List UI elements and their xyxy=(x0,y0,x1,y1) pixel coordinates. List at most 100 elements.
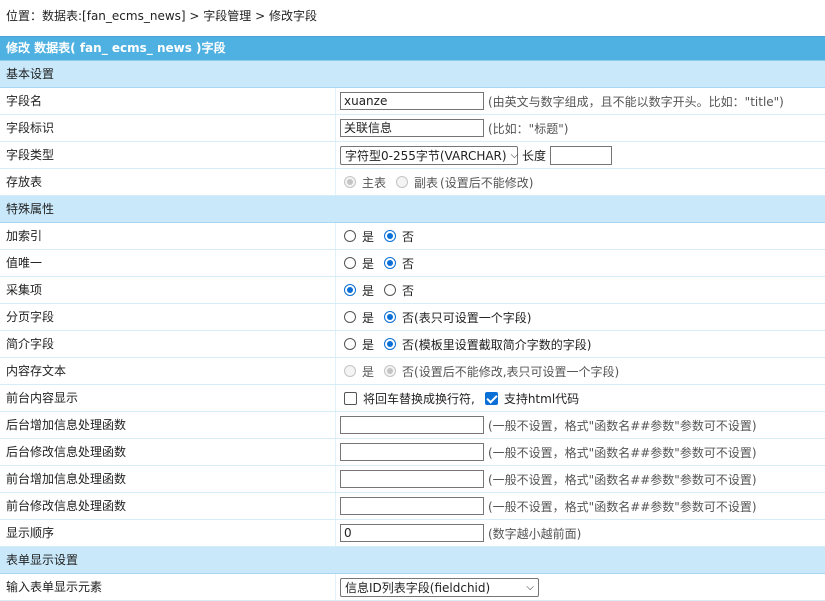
breadcrumb-table-link[interactable]: [fan_ecms_news] xyxy=(82,9,186,23)
intro-field-yes-label: 是 xyxy=(362,337,375,352)
front-edit-func-input[interactable] xyxy=(340,497,484,515)
input-element-selected: 信息ID列表字段(fieldchid) xyxy=(345,580,491,595)
row-add-index: 加索引 是 否 xyxy=(0,223,825,250)
breadcrumb: 位置：数据表:[fan_ecms_news] > 字段管理 > 修改字段 xyxy=(6,6,317,26)
collect-yes-label: 是 xyxy=(362,283,375,298)
field-title-input[interactable]: 关联信息 xyxy=(340,119,484,137)
add-index-yes-label: 是 xyxy=(362,229,375,244)
add-index-label: 加索引 xyxy=(6,229,43,243)
row-field-name: 字段名 xuanze (由英文与数字组成，且不能以数字开头。比如："title"… xyxy=(0,88,825,115)
section-special-attributes: 特殊属性 xyxy=(0,196,825,223)
breadcrumb-field-management-link[interactable]: 字段管理 xyxy=(203,9,251,23)
unique-no-radio[interactable] xyxy=(384,257,397,269)
front-display-label: 前台内容显示 xyxy=(6,391,79,405)
form-title: 修改 数据表( fan_ ecms_ news )字段 xyxy=(0,37,825,61)
content-text-yes-label: 是 xyxy=(362,364,375,379)
input-element-label: 输入表单显示元素 xyxy=(6,580,103,594)
html-code-checkbox-label: 支持html代码 xyxy=(503,391,580,406)
length-input[interactable] xyxy=(550,145,613,165)
back-edit-func-label: 后台修改信息处理函数 xyxy=(6,445,127,459)
field-title-label: 字段标识 xyxy=(6,121,55,135)
add-index-no-radio[interactable] xyxy=(384,230,397,242)
collect-yes-radio[interactable] xyxy=(344,284,356,296)
intro-field-label: 简介字段 xyxy=(6,337,55,351)
row-field-type: 字段类型 字符型0-255字节(VARCHAR) ⌵ 长度 xyxy=(0,142,825,169)
page-field-no-radio[interactable] xyxy=(384,311,397,323)
field-type-selected: 字符型0-255字节(VARCHAR) xyxy=(345,148,507,163)
content-text-no-radio xyxy=(384,365,397,377)
page-field-no-label: 否(表只可设置一个字段) xyxy=(402,310,532,325)
page-field-yes-label: 是 xyxy=(362,310,375,325)
collect-no-radio[interactable] xyxy=(384,284,397,296)
newline-checkbox[interactable] xyxy=(344,391,357,405)
collect-no-label: 否 xyxy=(402,283,415,298)
content-text-no-label: 否(设置后不能修改,表只可设置一个字段) xyxy=(402,364,620,379)
field-name-label: 字段名 xyxy=(6,94,43,108)
store-table-label: 存放表 xyxy=(6,175,43,189)
display-order-hint: (数字越小越前面) xyxy=(488,526,582,541)
row-store-table: 存放表 主表 副表 (设置后不能修改) xyxy=(0,169,825,196)
chevron-down-icon: ⌵ xyxy=(526,581,534,593)
front-add-func-input[interactable] xyxy=(340,470,484,488)
back-add-func-hint: (一般不设置，格式"函数名##参数"参数可不设置) xyxy=(488,418,757,433)
page-field-label: 分页字段 xyxy=(6,310,55,324)
field-title-hint: (比如："标题") xyxy=(488,121,569,136)
front-add-func-label: 前台增加信息处理函数 xyxy=(6,472,127,486)
field-type-select[interactable]: 字符型0-255字节(VARCHAR) ⌵ xyxy=(340,145,519,165)
row-back-edit-func: 后台修改信息处理函数 (一般不设置，格式"函数名##参数"参数可不设置) xyxy=(0,439,825,466)
front-add-func-hint: (一般不设置，格式"函数名##参数"参数可不设置) xyxy=(488,472,757,487)
row-unique: 值唯一 是 否 xyxy=(0,250,825,277)
unique-label: 值唯一 xyxy=(6,256,43,270)
edit-field-form: 修改 数据表( fan_ ecms_ news )字段 基本设置 字段名 xua… xyxy=(0,36,825,601)
row-intro-field: 简介字段 是 否(模板里设置截取简介字数的字段) xyxy=(0,331,825,358)
content-text-label: 内容存文本 xyxy=(6,364,67,378)
breadcrumb-prefix: 位置：数据表: xyxy=(6,9,83,23)
input-element-select[interactable]: 信息ID列表字段(fieldchid) ⌵ xyxy=(340,577,539,597)
breadcrumb-current: 修改字段 xyxy=(268,9,317,23)
store-table-note: (设置后不能修改) xyxy=(440,175,534,190)
field-name-hint: (由英文与数字组成，且不能以数字开头。比如："title") xyxy=(488,94,784,109)
length-label: 长度 xyxy=(522,148,547,163)
store-main-radio xyxy=(344,176,356,188)
back-add-func-input[interactable] xyxy=(340,416,484,434)
row-front-display: 前台内容显示 将回车替换成换行符, 支持html代码 xyxy=(0,385,825,412)
field-name-input[interactable]: xuanze xyxy=(340,92,484,110)
row-front-edit-func: 前台修改信息处理函数 (一般不设置，格式"函数名##参数"参数可不设置) xyxy=(0,493,825,520)
newline-checkbox-label: 将回车替换成换行符, xyxy=(363,391,475,406)
back-add-func-label: 后台增加信息处理函数 xyxy=(6,418,127,432)
row-back-add-func: 后台增加信息处理函数 (一般不设置，格式"函数名##参数"参数可不设置) xyxy=(0,412,825,439)
intro-field-yes-radio[interactable] xyxy=(344,338,356,350)
row-page-field: 分页字段 是 否(表只可设置一个字段) xyxy=(0,304,825,331)
store-sub-label: 副表 xyxy=(414,175,439,190)
page-field-yes-radio[interactable] xyxy=(344,311,356,323)
section-form-display: 表单显示设置 xyxy=(0,547,825,574)
breadcrumb-separator: > xyxy=(185,9,204,23)
back-edit-func-hint: (一般不设置，格式"函数名##参数"参数可不设置) xyxy=(488,445,757,460)
collect-label: 采集项 xyxy=(6,283,43,297)
content-text-yes-radio xyxy=(344,365,356,377)
store-main-label: 主表 xyxy=(362,175,387,190)
field-type-label: 字段类型 xyxy=(6,148,55,162)
row-collect: 采集项 是 否 xyxy=(0,277,825,304)
intro-field-no-label: 否(模板里设置截取简介字数的字段) xyxy=(402,337,592,352)
add-index-no-label: 否 xyxy=(402,229,415,244)
html-code-checkbox[interactable] xyxy=(484,391,498,405)
breadcrumb-separator: > xyxy=(251,9,269,23)
display-order-label: 显示顺序 xyxy=(6,526,55,540)
store-sub-radio xyxy=(396,176,409,188)
back-edit-func-input[interactable] xyxy=(340,443,484,461)
unique-yes-radio[interactable] xyxy=(344,257,356,269)
row-content-text: 内容存文本 是 否(设置后不能修改,表只可设置一个字段) xyxy=(0,358,825,385)
intro-field-no-radio[interactable] xyxy=(384,338,397,350)
row-front-add-func: 前台增加信息处理函数 (一般不设置，格式"函数名##参数"参数可不设置) xyxy=(0,466,825,493)
unique-yes-label: 是 xyxy=(362,256,375,271)
section-basic-settings: 基本设置 xyxy=(0,61,825,88)
display-order-input[interactable]: 0 xyxy=(340,524,484,542)
front-edit-func-hint: (一般不设置，格式"函数名##参数"参数可不设置) xyxy=(488,499,757,514)
front-edit-func-label: 前台修改信息处理函数 xyxy=(6,499,127,513)
row-field-title: 字段标识 关联信息 (比如："标题") xyxy=(0,115,825,142)
row-display-order: 显示顺序 0 (数字越小越前面) xyxy=(0,520,825,547)
unique-no-label: 否 xyxy=(402,256,415,271)
chevron-down-icon: ⌵ xyxy=(510,149,519,161)
add-index-yes-radio[interactable] xyxy=(344,230,356,242)
